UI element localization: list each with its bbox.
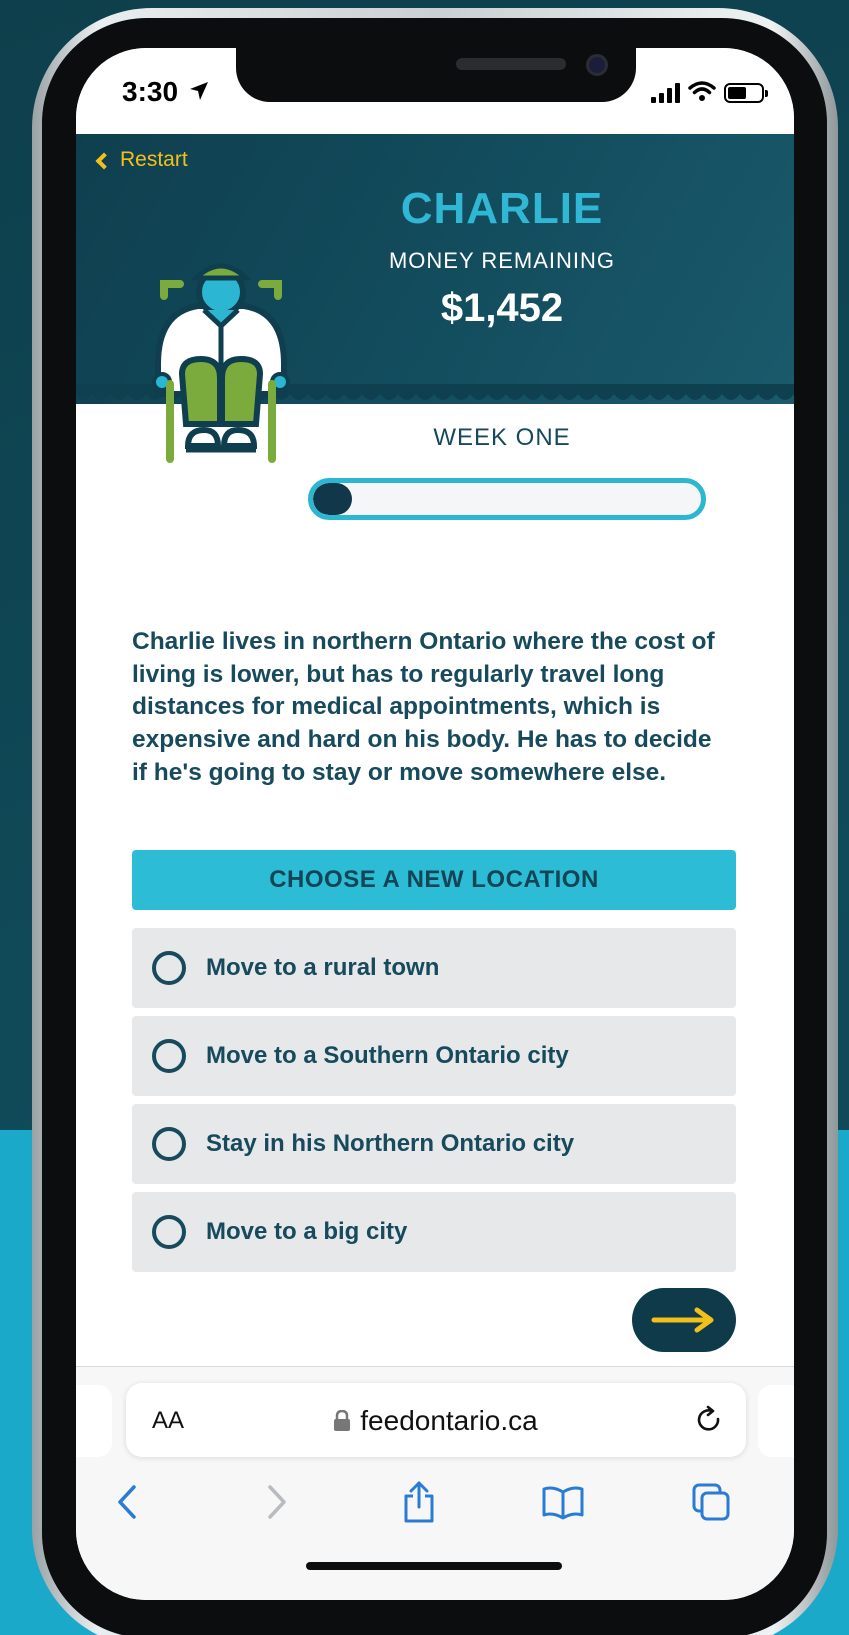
week-progress-fill <box>313 483 352 515</box>
back-button[interactable] <box>102 1477 152 1527</box>
share-icon <box>404 1481 434 1523</box>
browser-nav-toolbar <box>76 1477 794 1527</box>
option-label: Move to a rural town <box>206 954 440 981</box>
reload-icon[interactable] <box>694 1405 724 1439</box>
forward-button[interactable] <box>252 1477 302 1527</box>
radio-button[interactable] <box>152 1039 186 1073</box>
speaker-grille <box>456 58 566 70</box>
choices-header: CHOOSE A NEW LOCATION <box>132 850 736 910</box>
scenario-description: Charlie lives in northern Ontario where … <box>132 628 715 786</box>
url-text: feedontario.ca <box>360 1405 538 1436</box>
chevron-left-icon <box>118 1485 136 1519</box>
restart-label: Restart <box>120 148 188 171</box>
address-bar[interactable]: AA feedontario.ca <box>126 1383 746 1457</box>
wheelchair-user-avatar-icon <box>152 263 290 463</box>
adjacent-tab-left[interactable] <box>76 1385 112 1457</box>
status-time: 3:30 <box>122 76 179 107</box>
phone-screen: 3:30 Restart CHARLIE MONEY REMAINING $1,… <box>76 48 794 1600</box>
option-label: Move to a Southern Ontario city <box>206 1042 569 1069</box>
book-icon <box>542 1486 584 1520</box>
location-arrow-icon <box>188 80 210 106</box>
option-stay-northern-ontario-city[interactable]: Stay in his Northern Ontario city <box>132 1104 736 1184</box>
radio-button[interactable] <box>152 1215 186 1249</box>
option-move-southern-ontario-city[interactable]: Move to a Southern Ontario city <box>132 1016 736 1096</box>
status-bar: 3:30 <box>76 48 794 134</box>
home-indicator <box>306 1562 562 1570</box>
battery-icon <box>724 83 768 103</box>
adjacent-tab-right[interactable] <box>758 1385 794 1457</box>
option-move-big-city[interactable]: Move to a big city <box>132 1192 736 1272</box>
week-progress-bar <box>308 478 706 520</box>
chevron-right-icon <box>268 1485 286 1519</box>
radio-button[interactable] <box>152 951 186 985</box>
restart-link[interactable]: Restart <box>95 148 188 172</box>
money-remaining-value: $1,452 <box>440 286 564 330</box>
status-icons <box>651 80 768 106</box>
arrow-right-icon <box>651 1307 714 1333</box>
week-label: WEEK ONE <box>433 424 571 451</box>
money-remaining-label: MONEY REMAINING <box>388 248 616 273</box>
character-name: CHARLIE <box>400 184 604 233</box>
chevron-left-icon <box>95 152 113 170</box>
bookmarks-button[interactable] <box>538 1477 588 1527</box>
url-display[interactable]: feedontario.ca <box>126 1405 746 1439</box>
lock-icon <box>334 1407 351 1439</box>
next-button[interactable] <box>632 1288 736 1352</box>
tabs-icon <box>692 1483 730 1521</box>
option-label: Move to a big city <box>206 1218 408 1245</box>
option-move-rural-town[interactable]: Move to a rural town <box>132 928 736 1008</box>
front-camera <box>586 54 608 76</box>
option-label: Stay in his Northern Ontario city <box>206 1130 575 1157</box>
wifi-icon <box>688 80 716 106</box>
notch <box>236 48 636 102</box>
cellular-signal-icon <box>651 83 680 103</box>
tabs-button[interactable] <box>686 1477 736 1527</box>
radio-button[interactable] <box>152 1127 186 1161</box>
share-button[interactable] <box>394 1477 444 1527</box>
